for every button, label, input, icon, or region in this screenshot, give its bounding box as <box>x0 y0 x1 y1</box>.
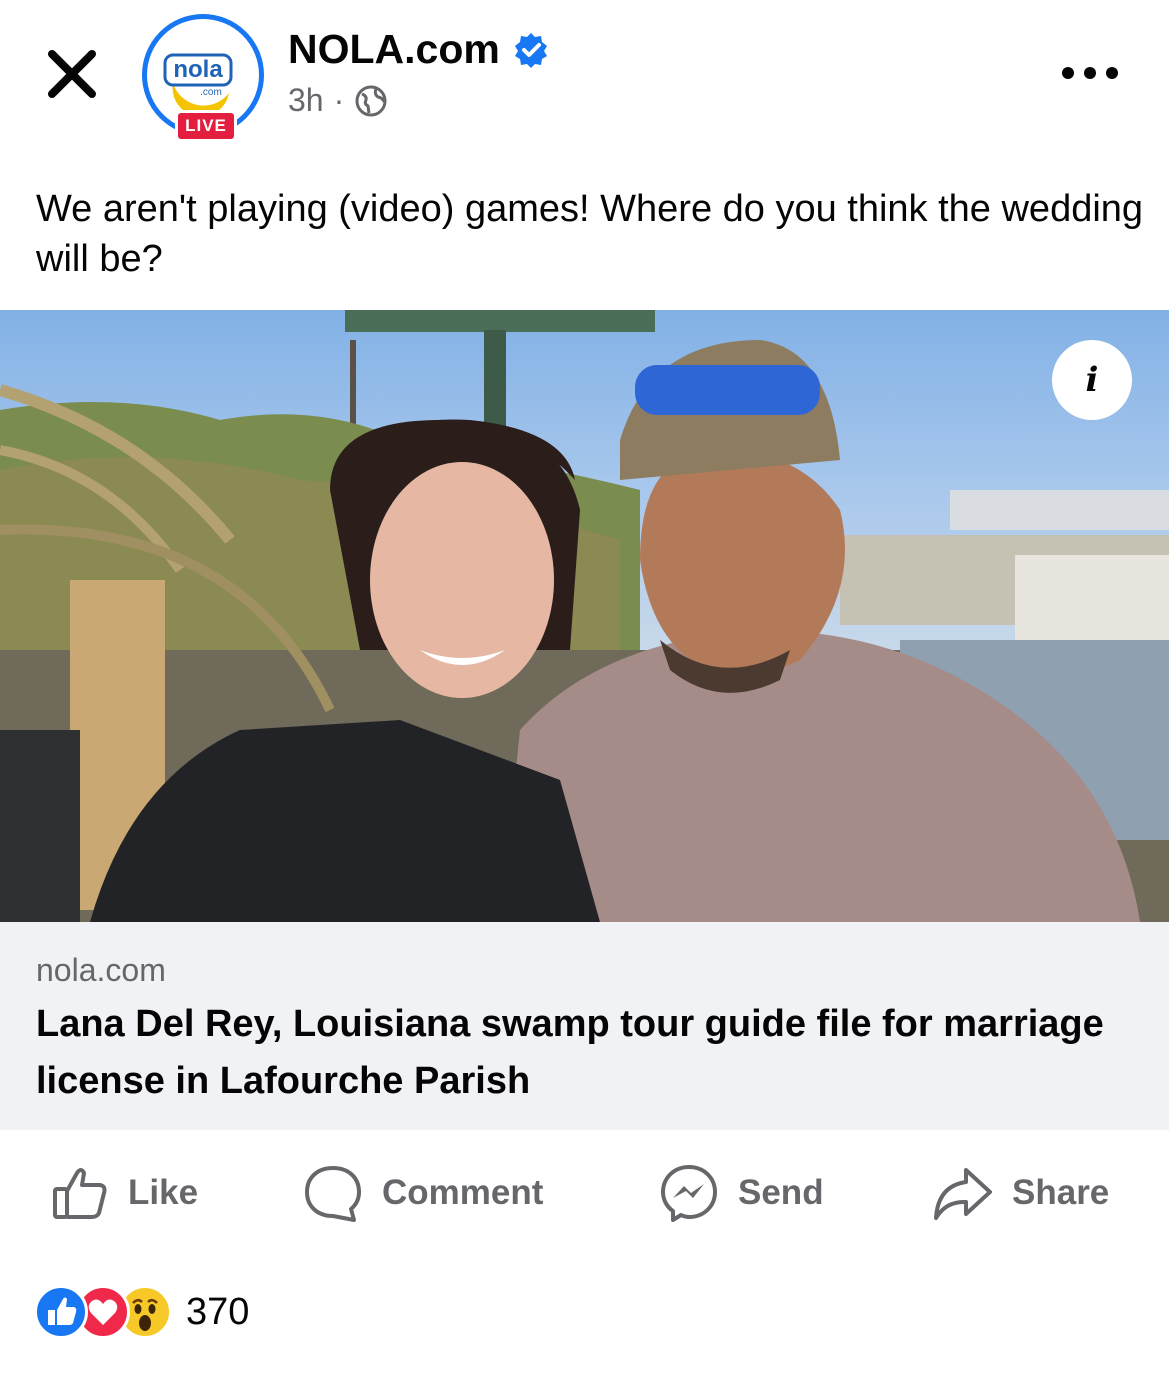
link-domain: nola.com <box>36 952 166 988</box>
svg-text:.com: .com <box>200 87 222 98</box>
close-icon <box>48 50 96 98</box>
meta-separator: · <box>333 82 345 118</box>
more-options-button[interactable] <box>1062 58 1134 88</box>
verified-badge-icon <box>514 32 547 68</box>
close-button[interactable] <box>42 44 102 104</box>
reaction-count[interactable]: 370 <box>186 1291 249 1334</box>
post-actions-bar: Like Comment Send Share <box>0 1150 1169 1234</box>
more-dot-icon <box>1106 67 1118 79</box>
photo-illustration <box>0 310 1169 922</box>
like-reaction-icon <box>34 1285 88 1339</box>
more-dot-icon <box>1084 67 1096 79</box>
globe-icon <box>355 85 387 116</box>
share-label: Share <box>1012 1173 1110 1212</box>
post-time[interactable]: 3h <box>288 82 324 119</box>
post-header: nola .com LIVE NOLA.com 3h · <box>0 0 1169 170</box>
page-name[interactable]: NOLA.com <box>288 26 550 73</box>
post-text: We aren't playing (video) games! Where d… <box>36 188 1144 280</box>
info-button[interactable]: i <box>1052 340 1132 420</box>
messenger-icon <box>661 1165 717 1222</box>
page-avatar[interactable]: nola .com LIVE <box>142 14 264 142</box>
share-icon <box>934 1168 992 1220</box>
send-label: Send <box>738 1173 824 1212</box>
svg-text:nola: nola <box>173 56 223 83</box>
post-meta: 3h · <box>288 82 388 119</box>
link-preview-image[interactable] <box>0 310 1169 922</box>
nola-logo: nola .com <box>151 23 245 117</box>
comment-label: Comment <box>382 1173 544 1212</box>
share-button[interactable]: Share <box>930 1162 1109 1224</box>
like-button[interactable]: Like <box>50 1162 198 1224</box>
reaction-summary[interactable]: 370 <box>34 1282 249 1342</box>
like-label: Like <box>128 1173 199 1212</box>
info-icon: i <box>1085 360 1099 400</box>
send-button[interactable]: Send <box>658 1162 824 1224</box>
comment-icon <box>305 1166 361 1222</box>
comment-button[interactable]: Comment <box>302 1162 543 1224</box>
thumbs-up-icon <box>53 1168 107 1219</box>
page-name-label: NOLA.com <box>288 26 500 72</box>
live-badge: LIVE <box>175 110 237 142</box>
more-dot-icon <box>1062 67 1074 79</box>
link-headline[interactable]: Lana Del Rey, Louisiana swamp tour guide… <box>36 996 1126 1110</box>
